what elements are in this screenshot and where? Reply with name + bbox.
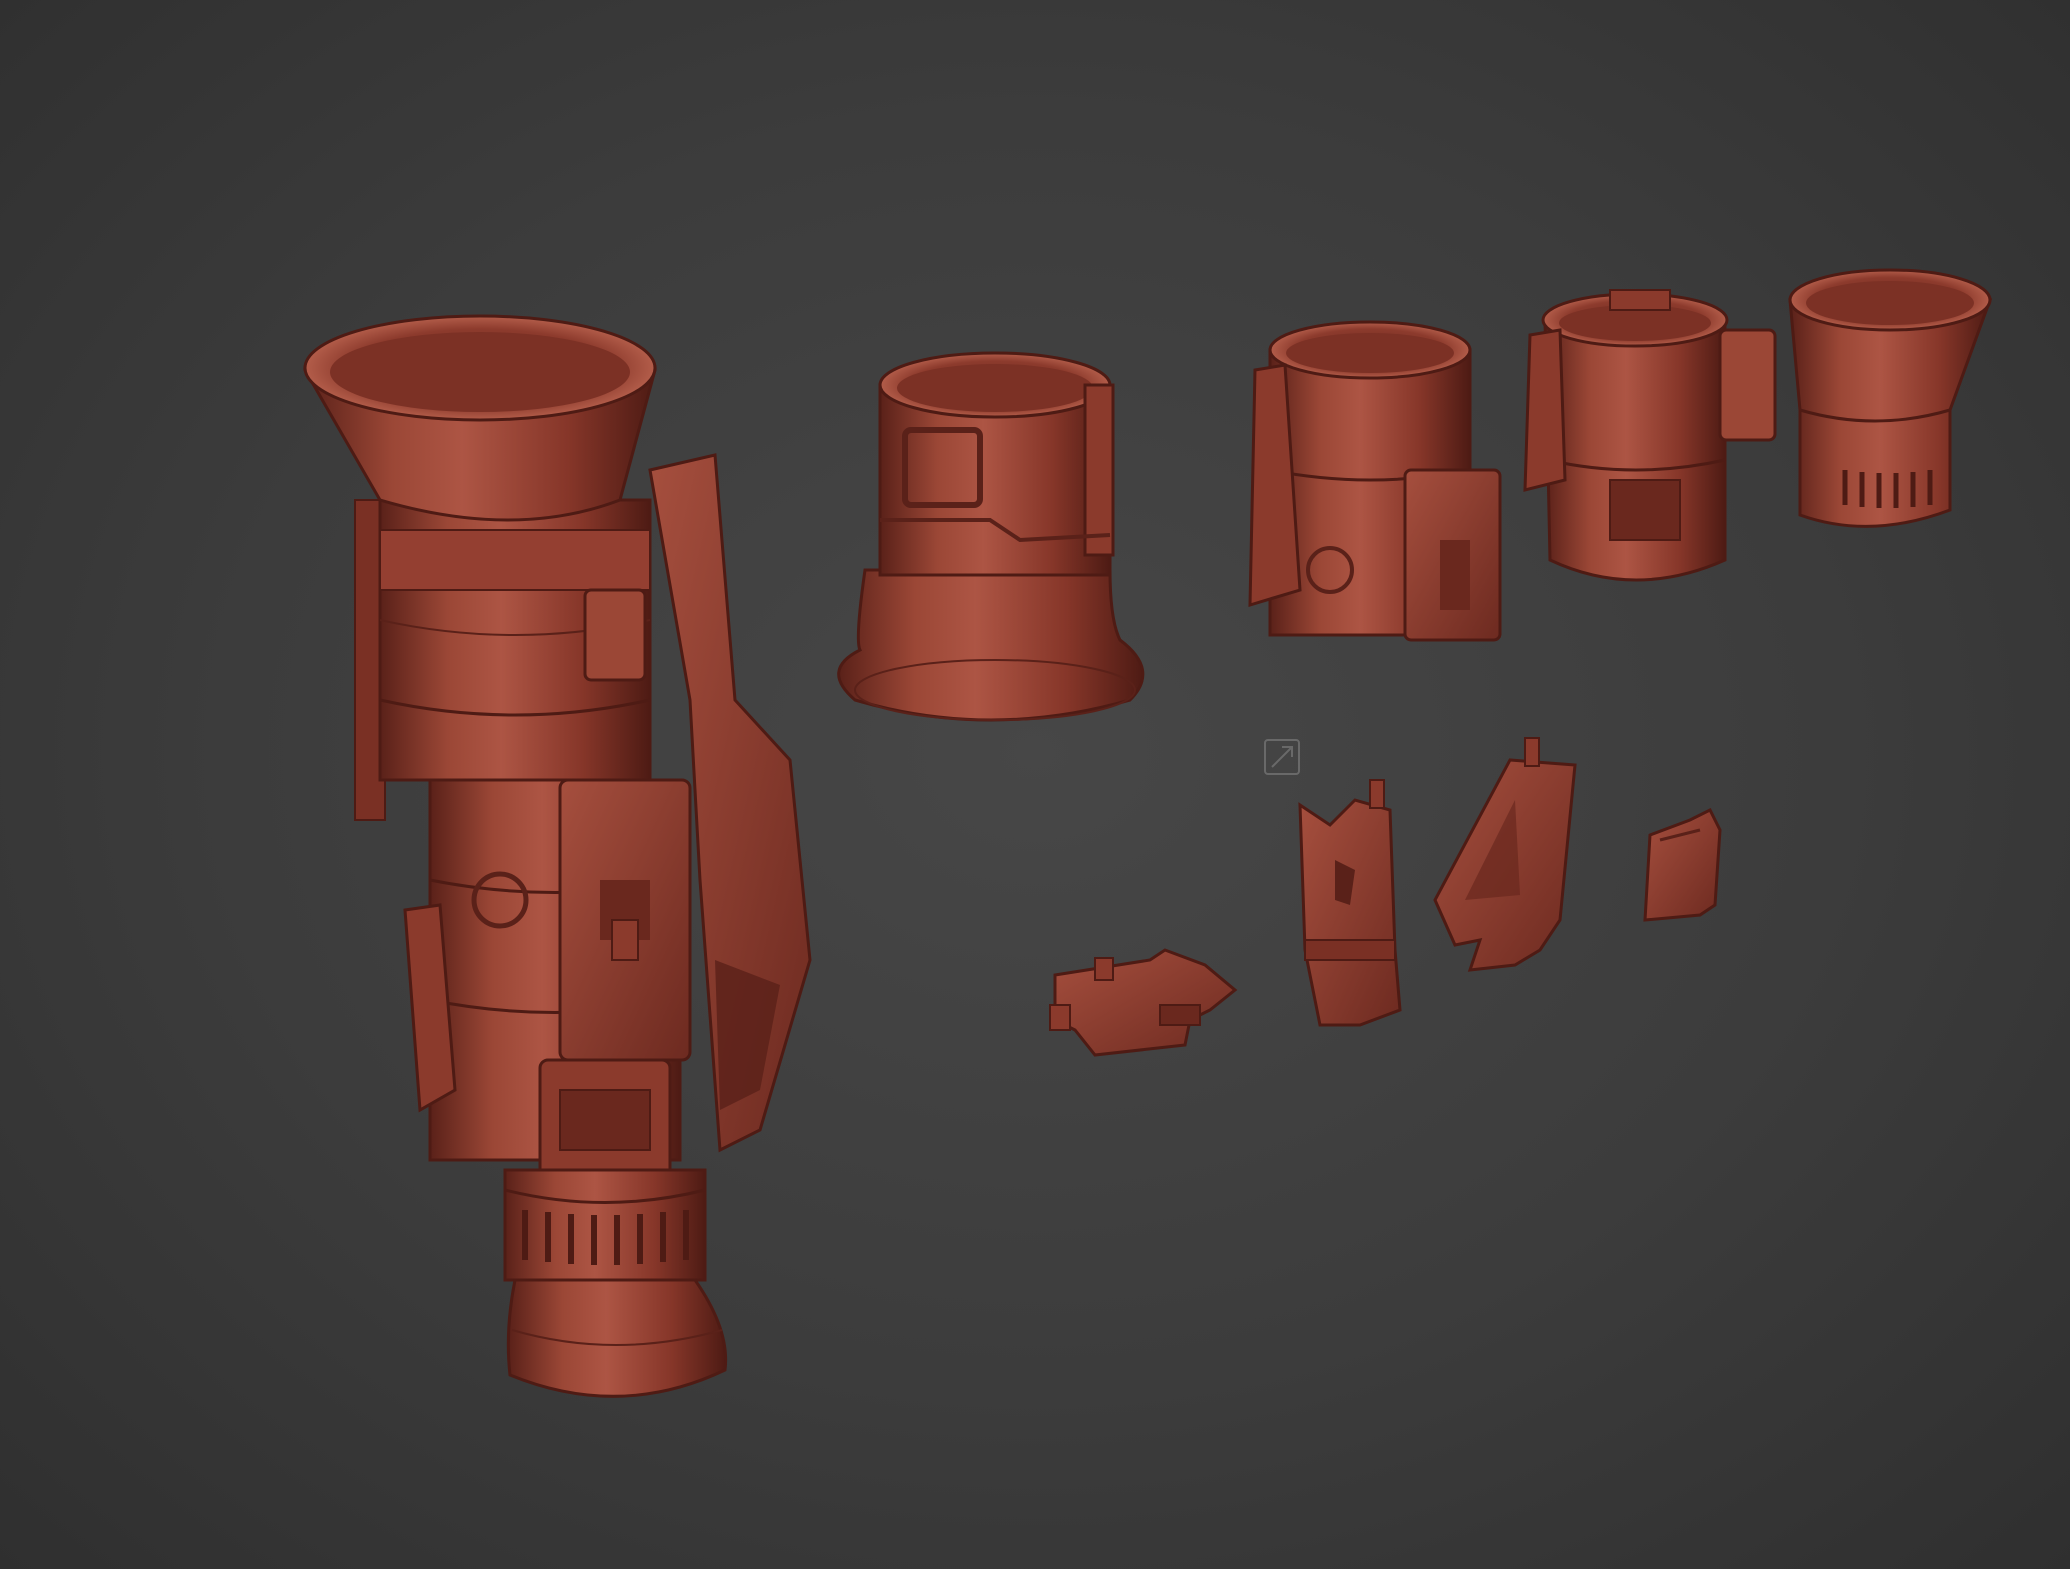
front-sight-post[interactable] xyxy=(1298,779,1402,1027)
flared-end-cap[interactable] xyxy=(1788,268,1993,528)
small-latch[interactable] xyxy=(1643,807,1722,922)
assembled-launcher[interactable] xyxy=(303,314,812,1398)
launcher-ribbed-collar xyxy=(503,1168,707,1282)
launcher-side-panel xyxy=(583,588,647,682)
grip-fin[interactable] xyxy=(1433,737,1577,972)
rear-sight-block[interactable] xyxy=(1049,948,1238,1057)
clamp-collar-section[interactable] xyxy=(1523,289,1777,582)
model-scene xyxy=(303,268,1993,1398)
launcher-strap-band xyxy=(379,529,651,591)
3d-viewport[interactable] xyxy=(0,0,2070,1569)
expand-arrow-icon[interactable] xyxy=(1264,739,1300,775)
flared-base-section[interactable] xyxy=(837,351,1145,722)
clamp-collar-strap xyxy=(1718,328,1777,442)
clamp-collar-handle xyxy=(1523,328,1567,492)
sight-housing-section[interactable] xyxy=(1248,320,1502,642)
